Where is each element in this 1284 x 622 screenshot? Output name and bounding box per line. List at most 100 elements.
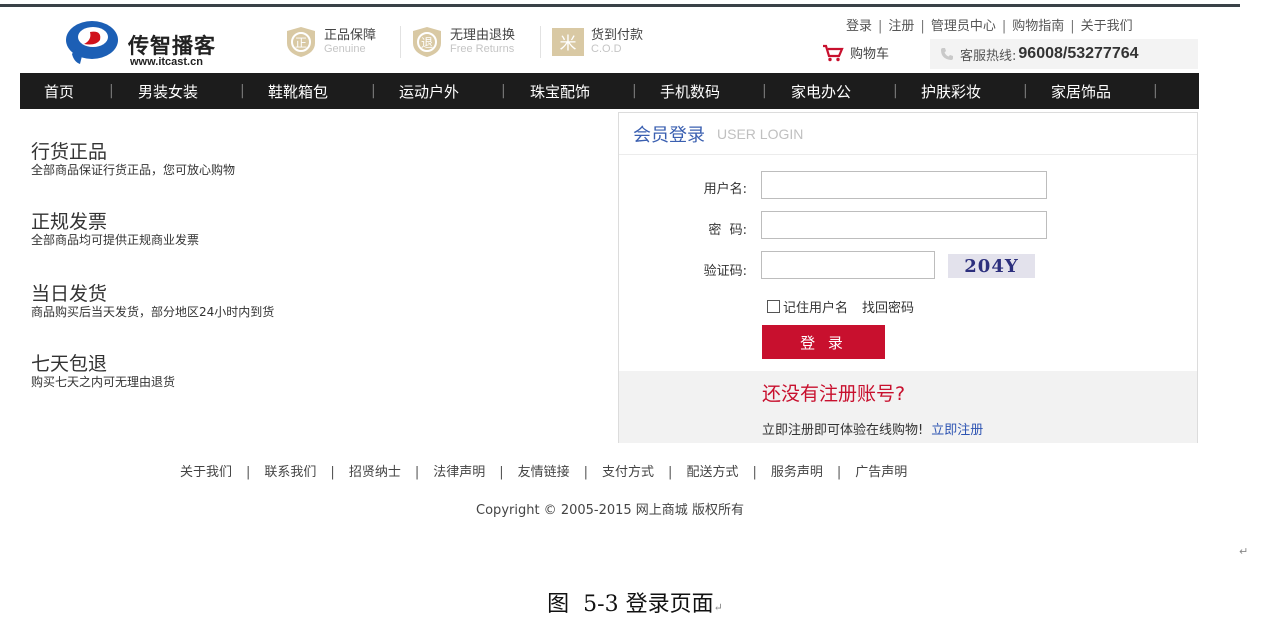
feature-desc: 商品购买后当天发货，部分地区24小时内到货: [31, 305, 275, 319]
nav-divider: |: [632, 83, 637, 99]
register-prompt-title: 还没有注册账号?: [762, 383, 906, 405]
promo-title: 货到付款: [591, 27, 644, 43]
top-border-line: [0, 4, 1240, 7]
nav-item-jewelry[interactable]: 珠宝配饰: [530, 81, 590, 102]
about-us-link[interactable]: 关于我们: [1081, 19, 1133, 34]
login-subtitle: USER LOGIN: [717, 125, 804, 142]
footer-link-about[interactable]: 关于我们: [180, 465, 232, 480]
remember-username-checkbox[interactable]: [767, 300, 780, 313]
feature-title: 正规发票: [31, 211, 108, 233]
password-label: 密 码:: [708, 223, 747, 238]
cash-on-delivery-icon: 米: [552, 28, 584, 56]
footer-links: 关于我们 | 联系我们 | 招贤纳士 | 法律声明 | 友情链接 | 支付方式 | 配送方式 | 服务声明 |…: [180, 465, 908, 480]
main-nav: 首页 | 男装女装 | 鞋靴箱包 | 运动户外 | 珠宝配饰 | 手机数码 | …: [20, 73, 1199, 109]
login-title: 会员登录: [633, 124, 705, 146]
figure-caption: 图 5-3 登录页面↵: [0, 586, 1270, 618]
feature-same-day: 当日发货 商品购买后当天发货，部分地区24小时内到货: [31, 283, 274, 319]
captcha-label: 验证码:: [703, 264, 747, 279]
nav-item-digital[interactable]: 手机数码: [660, 81, 720, 102]
captcha-image[interactable]: 204Y: [948, 254, 1035, 278]
register-prompt-text: 立即注册即可体验在线购物! 立即注册: [762, 419, 983, 438]
feature-desc: 全部商品保证行货正品，您可放心购物: [31, 163, 236, 177]
nav-divider: |: [501, 83, 506, 99]
footer-link-ads[interactable]: 广告声明: [855, 465, 907, 480]
footer-link-contact[interactable]: 联系我们: [264, 465, 316, 480]
promo-genuine: 正 正品保障 Genuine: [284, 22, 376, 62]
feature-title: 行货正品: [31, 141, 108, 163]
promo-returns: 退 无理由退换 Free Returns: [410, 22, 515, 62]
captcha-input[interactable]: [761, 251, 935, 279]
remember-row: 记住用户名 找回密码: [767, 297, 914, 316]
promo-cod: 米 货到付款 C.O.D: [551, 22, 643, 62]
footer-link-payment[interactable]: 支付方式: [602, 465, 654, 480]
nav-divider: |: [240, 83, 245, 99]
password-input[interactable]: [761, 211, 1047, 239]
svg-text:米: 米: [560, 34, 577, 54]
shield-returns-icon: 退: [413, 27, 441, 57]
shopping-cart-icon: [823, 44, 844, 61]
nav-item-cosmetics[interactable]: 护肤彩妆: [921, 81, 981, 102]
promo-title: 正品保障: [324, 27, 377, 43]
phone-icon: [941, 48, 953, 60]
footer-link-legal[interactable]: 法律声明: [433, 465, 485, 480]
footer-link-delivery[interactable]: 配送方式: [686, 465, 738, 480]
footer-link-friends[interactable]: 友情链接: [518, 465, 570, 480]
site-logo[interactable]: 传智播客 www.itcast.cn: [62, 18, 232, 68]
feature-seven-day-return: 七天包退 购买七天之内可无理由退货: [31, 353, 175, 389]
top-links: 登录 | 注册 | 管理员中心 | 购物指南 | 关于我们: [846, 19, 1133, 34]
hotline-label: 客服热线:: [960, 48, 1017, 64]
feature-genuine: 行货正品 全部商品保证行货正品，您可放心购物: [31, 141, 235, 177]
feature-title: 当日发货: [31, 283, 108, 305]
promo-divider: [540, 26, 541, 58]
copyright-text: Copyright © 2005-2015 网上商城 版权所有: [476, 503, 744, 518]
username-input[interactable]: [761, 171, 1047, 199]
find-password-link[interactable]: 找回密码: [862, 297, 914, 316]
itcast-logo-icon: [66, 21, 118, 64]
nav-item-clothing[interactable]: 男装女装: [138, 81, 198, 102]
paragraph-mark-icon: ↵: [713, 601, 723, 614]
promo-subtitle: Genuine: [324, 43, 366, 56]
feature-desc: 全部商品均可提供正规商业发票: [31, 233, 200, 247]
promo-divider: [400, 26, 401, 58]
nav-divider: |: [893, 83, 898, 99]
svg-text:正: 正: [295, 36, 307, 50]
figure-caption-text: 图 5-3 登录页面: [547, 592, 714, 617]
footer-link-service[interactable]: 服务声明: [771, 465, 823, 480]
login-button[interactable]: 登 录: [762, 325, 885, 359]
feature-title: 七天包退: [31, 353, 108, 375]
svg-text:退: 退: [421, 36, 433, 50]
register-box: 还没有注册账号? 立即注册即可体验在线购物! 立即注册: [619, 371, 1197, 443]
login-panel: 会员登录 USER LOGIN 用户名: 密 码: 验证码: 204Y 记住用户…: [618, 112, 1198, 443]
paragraph-mark-icon: ↵: [1239, 545, 1249, 558]
promo-subtitle: C.O.D: [591, 43, 622, 56]
nav-divider: |: [762, 83, 767, 99]
shopping-guide-link[interactable]: 购物指南: [1012, 19, 1064, 34]
nav-divider: |: [109, 83, 114, 99]
admin-center-link[interactable]: 管理员中心: [931, 19, 996, 34]
remember-username-label[interactable]: 记住用户名: [783, 297, 848, 316]
cart-label: 购物车: [850, 47, 890, 62]
nav-divider: |: [1153, 83, 1158, 99]
feature-desc: 购买七天之内可无理由退货: [31, 375, 176, 389]
login-link[interactable]: 登录: [846, 19, 872, 34]
nav-divider: |: [371, 83, 376, 99]
nav-item-shoes-bags[interactable]: 鞋靴箱包: [268, 81, 328, 102]
nav-item-appliances[interactable]: 家电办公: [791, 81, 851, 102]
logo-url: www.itcast.cn: [130, 56, 203, 68]
username-label: 用户名:: [703, 182, 747, 197]
promo-title: 无理由退换: [450, 27, 516, 43]
register-link[interactable]: 注册: [888, 19, 914, 34]
footer-link-jobs[interactable]: 招贤纳士: [349, 465, 401, 480]
nav-divider: |: [1023, 83, 1028, 99]
hotline-box: 客服热线: 96008/53277764: [930, 39, 1198, 69]
nav-item-home[interactable]: 首页: [44, 81, 74, 102]
hotline-number: 96008/53277764: [1018, 45, 1139, 62]
login-header: 会员登录 USER LOGIN: [619, 113, 1197, 155]
feature-invoice: 正规发票 全部商品均可提供正规商业发票: [31, 211, 199, 247]
shield-genuine-icon: 正: [287, 27, 315, 57]
nav-item-home-decor[interactable]: 家居饰品: [1051, 81, 1111, 102]
register-prompt-desc: 立即注册即可体验在线购物!: [762, 423, 924, 438]
nav-item-sports[interactable]: 运动户外: [399, 81, 459, 102]
cart-link[interactable]: 购物车: [822, 43, 889, 62]
register-now-link[interactable]: 立即注册: [931, 423, 983, 438]
